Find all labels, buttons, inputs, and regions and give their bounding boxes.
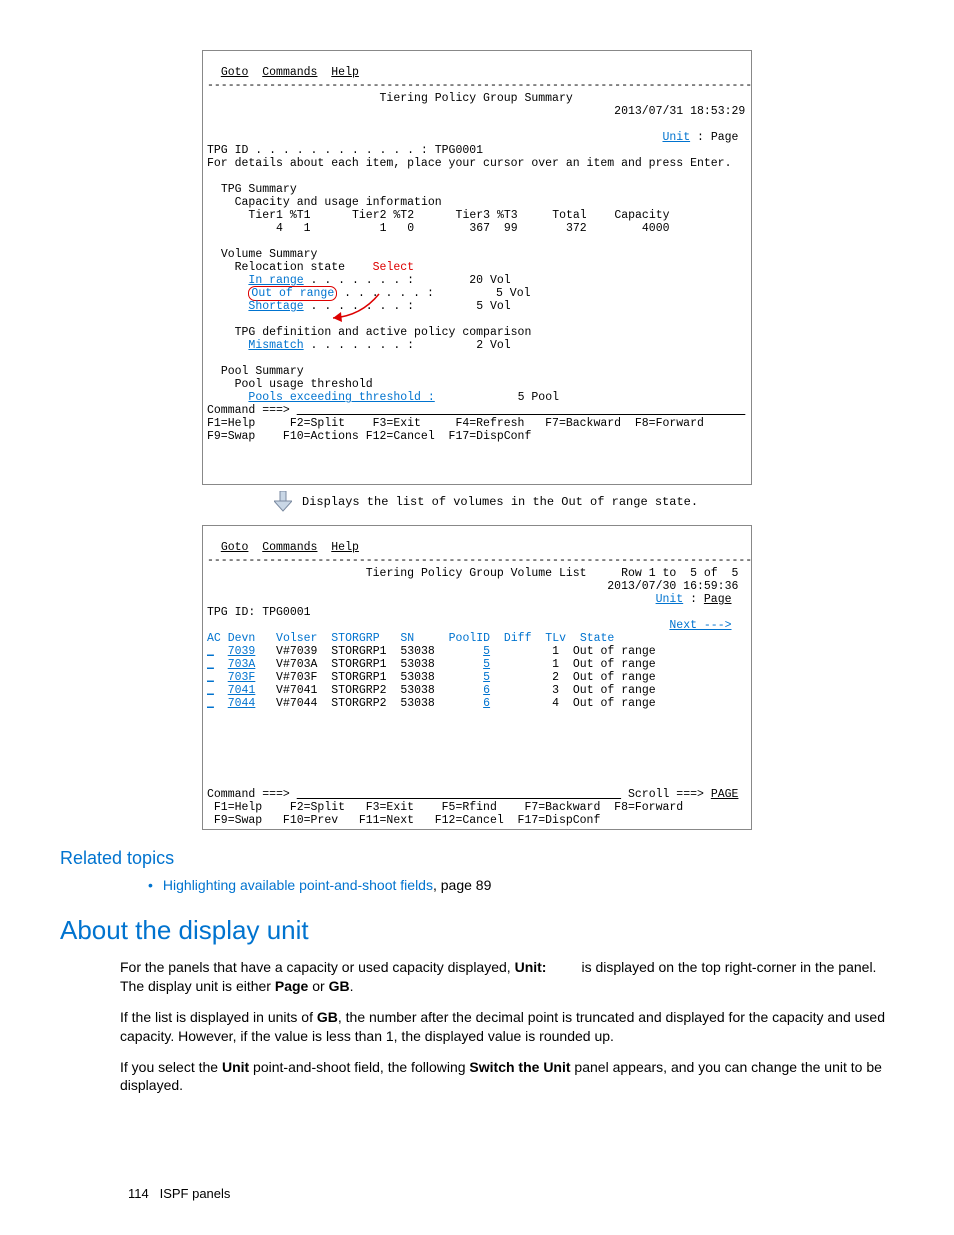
select-annot: Select — [373, 261, 414, 274]
pool-summary-heading: Pool Summary — [207, 365, 304, 378]
out-of-range-link[interactable]: Out of range — [248, 286, 337, 301]
list-headers: AC Devn Volser STORGRP SN PoolID Diff TL… — [207, 632, 614, 645]
next-row: Next ---> — [207, 619, 732, 632]
tpg-id-row: TPG ID . . . . . . . . . . . . : TPG0001 — [207, 144, 483, 157]
reloc-row-2: Out of range . . . . . . : 5 Vol — [207, 286, 531, 301]
vol-summary-heading: Volume Summary — [207, 248, 317, 261]
tier-headers: Tier1 %T1 Tier2 %T2 Tier3 %T3 Total Capa… — [207, 209, 670, 222]
pools-exceed-link[interactable]: Pools exceeding threshold : — [248, 391, 434, 404]
about-p2: If the list is displayed in units of GB,… — [120, 1008, 894, 1046]
command-line-2[interactable]: Command ===> Scroll ===> PAGE — [207, 788, 738, 801]
divider: ----------------------------------------… — [207, 79, 752, 92]
shortage-link[interactable]: Shortage — [248, 300, 303, 313]
list-row[interactable]: _ 703A V#703A STORGRP1 53038 5 1 Out of … — [207, 658, 656, 671]
timestamp: 2013/07/31 18:53:29 — [207, 105, 745, 118]
panel-volume-list: Goto Commands Help ---------------------… — [202, 525, 752, 830]
about-heading: About the display unit — [60, 915, 894, 946]
pool-usage: Pool usage threshold — [207, 378, 373, 391]
fkeys2-1: F1=Help F2=Split F3=Exit F5=Rfind F7=Bac… — [207, 801, 683, 814]
footer: 114 ISPF panels — [128, 1186, 230, 1201]
next-link[interactable]: Next ---> — [669, 619, 731, 632]
about-p1: For the panels that have a capacity or u… — [120, 958, 894, 996]
divider-2: ----------------------------------------… — [207, 554, 752, 567]
instruction: For details about each item, place your … — [207, 157, 732, 170]
list-row[interactable]: _ 7044 V#7044 STORGRP2 53038 6 4 Out of … — [207, 697, 656, 710]
related-topics-heading: Related topics — [60, 848, 894, 869]
reloc-state: Relocation state Select — [207, 261, 414, 274]
bullet-icon: • — [148, 877, 153, 893]
menu-bar[interactable]: Goto Commands Help — [207, 66, 359, 79]
menu-bar-2[interactable]: Goto Commands Help — [207, 541, 359, 554]
unit-link[interactable]: Unit — [662, 131, 690, 144]
related-topic-item: • Highlighting available point-and-shoot… — [148, 877, 894, 893]
tier-values: 4 1 1 0 367 99 372 4000 — [207, 222, 670, 235]
list-row[interactable]: _ 703F V#703F STORGRP1 53038 5 2 Out of … — [207, 671, 656, 684]
tpg-summary-heading: TPG Summary — [207, 183, 297, 196]
list-row[interactable]: _ 7041 V#7041 STORGRP2 53038 6 3 Out of … — [207, 684, 656, 697]
fkeys2-2: F9=Swap F10=Prev F11=Next F12=Cancel F17… — [207, 814, 600, 827]
about-p3: If you select the Unit point-and-shoot f… — [120, 1058, 894, 1096]
arrow-annot: Displays the list of volumes in the Out … — [302, 495, 698, 509]
fkeys-2: F9=Swap F10=Actions F12=Cancel F17=DispC… — [207, 430, 531, 443]
unit-row: Unit : Page — [207, 131, 738, 144]
panel2-title-row: Tiering Policy Group Volume List Row 1 t… — [207, 567, 738, 580]
fkeys-1: F1=Help F2=Split F3=Exit F4=Refresh F7=B… — [207, 417, 704, 430]
related-link[interactable]: Highlighting available point-and-shoot f… — [163, 877, 433, 893]
mismatch-link[interactable]: Mismatch — [248, 339, 303, 352]
tpg-id-row-2: TPG ID: TPG0001 — [207, 606, 311, 619]
capacity-info: Capacity and usage information — [207, 196, 442, 209]
tpg-comparison: TPG definition and active policy compari… — [207, 326, 531, 339]
unit-link-2[interactable]: Unit — [656, 593, 684, 606]
pool-exceed: Pools exceeding threshold : 5 Pool — [207, 391, 559, 404]
list-row[interactable]: _ 7039 V#7039 STORGRP1 53038 5 1 Out of … — [207, 645, 656, 658]
panel-title: Tiering Policy Group Summary — [207, 92, 573, 105]
down-arrow-icon — [274, 491, 292, 513]
mismatch-row: Mismatch . . . . . . . : 2 Vol — [207, 339, 511, 352]
unit-row-2: Unit : Page — [207, 593, 732, 606]
reloc-row-3: Shortage . . . . . . . : 5 Vol — [207, 300, 511, 313]
timestamp-2: 2013/07/30 16:59:36 — [207, 580, 738, 593]
command-line[interactable]: Command ===> — [207, 404, 745, 417]
panel-tpg-summary: Goto Commands Help ---------------------… — [202, 50, 752, 485]
